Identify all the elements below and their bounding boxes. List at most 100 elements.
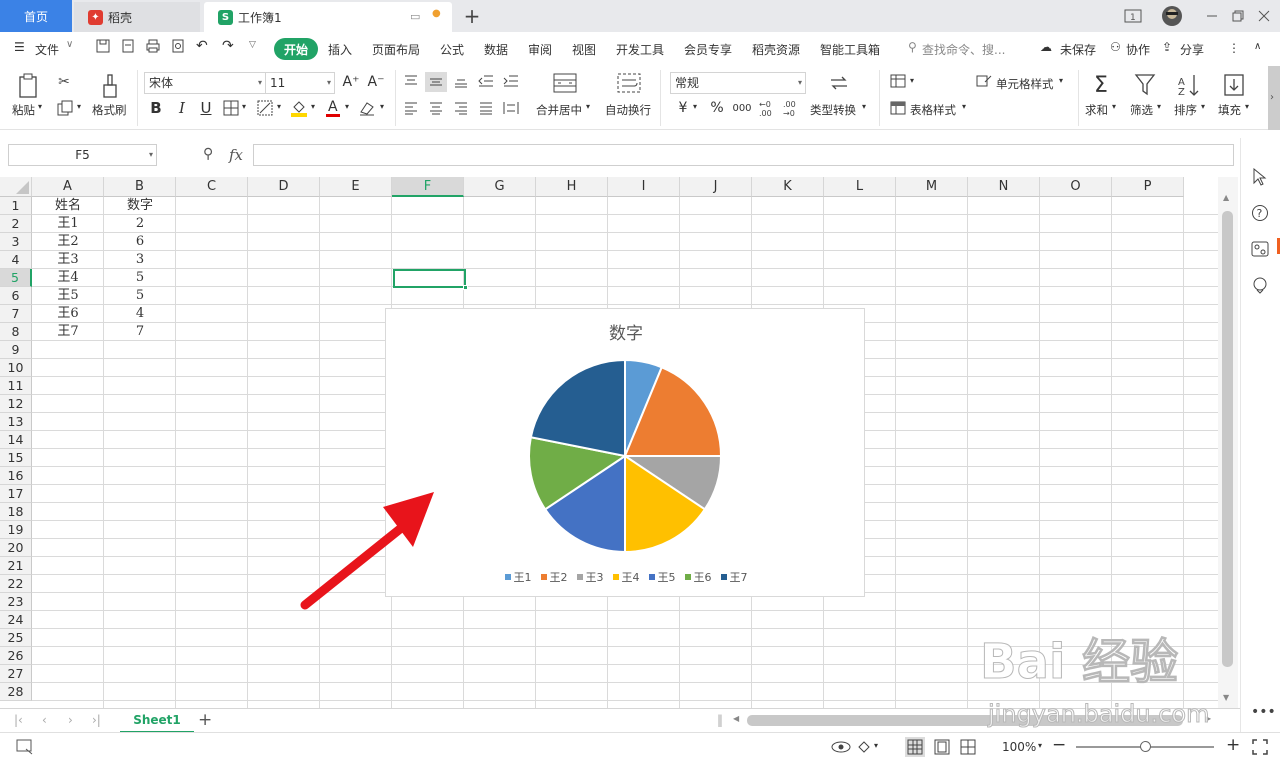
- chart-legend[interactable]: 王1 王2 王3 王4 王5 王6 王7: [386, 569, 866, 585]
- column-header-f[interactable]: F: [392, 177, 464, 197]
- column-header-g[interactable]: G: [464, 177, 536, 197]
- menu-data[interactable]: 数据: [484, 41, 508, 58]
- distributed-align-icon[interactable]: [501, 99, 521, 117]
- column-header-k[interactable]: K: [752, 177, 824, 197]
- table-style-icon[interactable]: [889, 99, 907, 117]
- row-header-11[interactable]: 11: [0, 377, 32, 395]
- row-header-23[interactable]: 23: [0, 593, 32, 611]
- redo-icon[interactable]: ↷: [222, 38, 234, 54]
- row-header-25[interactable]: 25: [0, 629, 32, 647]
- zoom-in-button[interactable]: +: [1226, 735, 1240, 755]
- fx-button[interactable]: fx: [229, 146, 243, 164]
- cell-a7[interactable]: 王6: [32, 305, 104, 323]
- wrap-text-button[interactable]: 自动换行: [605, 102, 651, 118]
- underline-button[interactable]: U: [197, 98, 215, 118]
- column-header-c[interactable]: C: [176, 177, 248, 197]
- row-header-27[interactable]: 27: [0, 665, 32, 683]
- increase-font-icon[interactable]: A⁺: [342, 72, 360, 92]
- align-top-icon[interactable]: [402, 72, 420, 90]
- legend-item-7[interactable]: 王7: [720, 569, 748, 585]
- selected-cell-f5[interactable]: [393, 269, 466, 288]
- zoom-level[interactable]: 100%: [1002, 740, 1036, 754]
- row-header-4[interactable]: 4: [0, 251, 32, 269]
- row-header-22[interactable]: 22: [0, 575, 32, 593]
- merge-center-dropdown-icon[interactable]: ▾: [586, 102, 590, 111]
- legend-item-1[interactable]: 王1: [504, 569, 532, 585]
- cell-a1[interactable]: 姓名: [32, 197, 104, 215]
- more-horizontal-icon[interactable]: •••: [1251, 704, 1276, 720]
- currency-dropdown-icon[interactable]: ▾: [693, 102, 697, 111]
- row-header-28[interactable]: 28: [0, 683, 32, 701]
- command-search-input[interactable]: 查找命令、搜...: [922, 41, 1005, 58]
- row-header-9[interactable]: 9: [0, 341, 32, 359]
- table-style-dropdown-icon[interactable]: ▾: [962, 102, 966, 111]
- merge-center-button[interactable]: 合并居中: [536, 102, 582, 118]
- font-color-dropdown-icon[interactable]: ▾: [345, 102, 349, 111]
- column-header-a[interactable]: A: [32, 177, 104, 197]
- sheet-tab-sheet1[interactable]: Sheet1: [120, 709, 194, 733]
- justify-icon[interactable]: [477, 99, 495, 117]
- location-icon[interactable]: [1251, 276, 1269, 297]
- type-convert-icon[interactable]: [827, 72, 851, 94]
- sort-dropdown-icon[interactable]: ▾: [1201, 102, 1205, 111]
- menu-member[interactable]: 会员专享: [684, 41, 732, 58]
- column-header-d[interactable]: D: [248, 177, 320, 197]
- sort-button[interactable]: 排序: [1174, 102, 1197, 118]
- filter-icon[interactable]: [1133, 72, 1157, 98]
- pie-chart[interactable]: 数字 王1 王2 王3 王4 王5 王6 王7: [385, 308, 865, 597]
- percent-button[interactable]: %: [708, 98, 726, 118]
- legend-item-3[interactable]: 王3: [576, 569, 604, 585]
- fill-mode-icon[interactable]: [856, 739, 872, 758]
- minimize-icon[interactable]: [1202, 0, 1222, 32]
- name-box[interactable]: F5 ▾: [8, 144, 157, 166]
- type-convert-button[interactable]: 类型转换: [810, 102, 856, 118]
- close-icon[interactable]: [1254, 0, 1274, 32]
- increase-decimal-icon[interactable]: ←0.00: [758, 98, 776, 118]
- cursor-icon[interactable]: [1251, 167, 1267, 189]
- row-header-20[interactable]: 20: [0, 539, 32, 557]
- column-header-n[interactable]: N: [968, 177, 1040, 197]
- column-header-p[interactable]: P: [1112, 177, 1184, 197]
- filter-button[interactable]: 筛选: [1130, 102, 1153, 118]
- column-header-m[interactable]: M: [896, 177, 968, 197]
- legend-item-6[interactable]: 王6: [684, 569, 712, 585]
- font-size-select[interactable]: 11 ▾: [265, 72, 335, 94]
- last-sheet-icon[interactable]: ›|: [92, 713, 101, 727]
- hamburger-icon[interactable]: ☰: [14, 40, 25, 54]
- legend-item-2[interactable]: 王2: [540, 569, 568, 585]
- cell-b2[interactable]: 2: [104, 215, 176, 233]
- help-icon[interactable]: ?: [1251, 204, 1269, 225]
- window-layout-icon[interactable]: 1: [1122, 0, 1144, 32]
- fill-icon[interactable]: [1222, 72, 1246, 98]
- legend-item-5[interactable]: 王5: [648, 569, 676, 585]
- row-header-12[interactable]: 12: [0, 395, 32, 413]
- macro-record-icon[interactable]: [16, 739, 34, 758]
- menu-insert[interactable]: 插入: [328, 41, 352, 58]
- menu-home[interactable]: 开始: [274, 38, 318, 60]
- thousands-button[interactable]: 000: [732, 98, 752, 118]
- column-header-h[interactable]: H: [536, 177, 608, 197]
- row-header-10[interactable]: 10: [0, 359, 32, 377]
- type-convert-dropdown-icon[interactable]: ▾: [862, 102, 866, 111]
- column-header-o[interactable]: O: [1040, 177, 1112, 197]
- paste-dropdown-icon[interactable]: ▾: [38, 102, 42, 111]
- italic-button[interactable]: I: [173, 98, 191, 118]
- paste-button[interactable]: 粘贴: [12, 102, 35, 118]
- share-button[interactable]: 分享: [1180, 41, 1204, 58]
- row-header-5[interactable]: 5: [0, 269, 32, 287]
- format-painter-icon[interactable]: [99, 72, 121, 100]
- fullscreen-icon[interactable]: [1252, 739, 1268, 758]
- row-header-24[interactable]: 24: [0, 611, 32, 629]
- menu-docer-resources[interactable]: 稻壳资源: [752, 41, 800, 58]
- row-header-2[interactable]: 2: [0, 215, 32, 233]
- number-format-select[interactable]: 常规 ▾: [670, 72, 806, 94]
- font-name-select[interactable]: 宋体 ▾: [144, 72, 266, 94]
- cell-a2[interactable]: 王1: [32, 215, 104, 233]
- copy-dropdown-icon[interactable]: ▾: [77, 102, 81, 111]
- prev-sheet-icon[interactable]: ‹: [42, 713, 47, 727]
- collapse-ribbon-icon[interactable]: ∧: [1254, 41, 1261, 52]
- row-header-3[interactable]: 3: [0, 233, 32, 251]
- sum-dropdown-icon[interactable]: ▾: [1112, 102, 1116, 111]
- page-break-view-icon[interactable]: [958, 737, 978, 760]
- style-gallery-icon[interactable]: [1251, 240, 1269, 261]
